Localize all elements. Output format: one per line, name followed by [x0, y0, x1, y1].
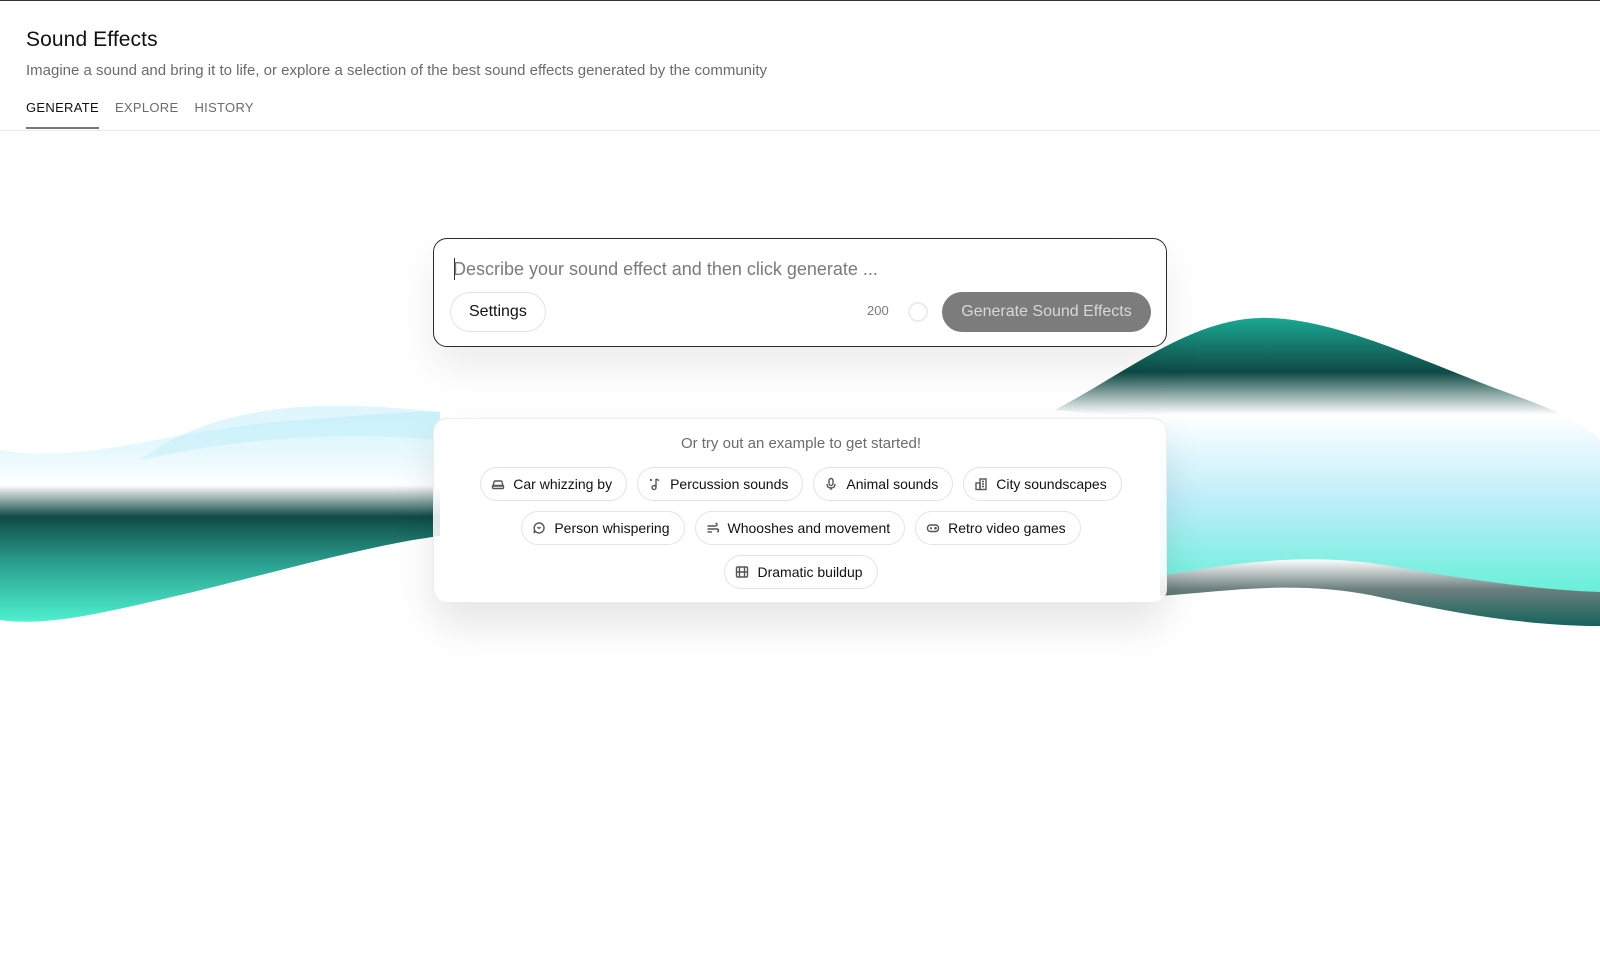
- example-chip-percussion[interactable]: Percussion sounds: [637, 467, 804, 501]
- page-header: Sound Effects Imagine a sound and bring …: [26, 28, 767, 79]
- examples-row-2: Person whispering Whooshes and movement …: [434, 511, 1168, 545]
- film-icon: [735, 565, 749, 579]
- character-count: 200: [867, 303, 889, 318]
- example-chip-label: Retro video games: [948, 520, 1066, 536]
- page-title: Sound Effects: [26, 28, 158, 51]
- settings-button[interactable]: Settings: [450, 292, 546, 332]
- tab-history[interactable]: HISTORY: [194, 100, 253, 129]
- example-chip-whooshes[interactable]: Whooshes and movement: [694, 511, 906, 545]
- character-limit-ring-icon: [908, 302, 928, 322]
- examples-heading: Or try out an example to get started!: [680, 435, 922, 452]
- example-chip-label: Percussion sounds: [670, 476, 789, 492]
- example-chip-label: Person whispering: [554, 520, 670, 536]
- example-chip-retro-games[interactable]: Retro video games: [915, 511, 1081, 545]
- car-icon: [491, 477, 505, 491]
- tab-generate[interactable]: GENERATE: [26, 100, 99, 129]
- top-border: [0, 0, 1600, 1]
- gamepad-icon: [926, 521, 940, 535]
- chat-bubble-icon: [532, 521, 546, 535]
- tab-explore[interactable]: EXPLORE: [115, 100, 179, 129]
- microphone-icon: [824, 477, 838, 491]
- examples-row-1: Car whizzing by Percussion sounds Animal…: [434, 467, 1168, 501]
- sound-description-input[interactable]: [453, 255, 1143, 283]
- example-chip-dramatic-buildup[interactable]: Dramatic buildup: [724, 555, 878, 589]
- example-chip-label: Car whizzing by: [513, 476, 613, 492]
- example-chip-label: Whooshes and movement: [727, 520, 891, 536]
- examples-row-3: Dramatic buildup: [434, 555, 1168, 589]
- music-note-icon: [648, 477, 662, 491]
- example-chip-label: Animal sounds: [846, 476, 939, 492]
- tab-bar: GENERATE EXPLORE HISTORY: [26, 100, 254, 129]
- example-chip-car-whizzing[interactable]: Car whizzing by: [480, 467, 628, 501]
- tabs-divider: [0, 130, 1600, 131]
- example-chip-animal[interactable]: Animal sounds: [813, 467, 954, 501]
- example-chip-label: Dramatic buildup: [757, 564, 863, 580]
- example-chip-label: City soundscapes: [996, 476, 1107, 492]
- buildings-icon: [974, 477, 988, 491]
- page-subtitle: Imagine a sound and bring it to life, or…: [26, 62, 768, 79]
- generate-sound-effects-button[interactable]: Generate Sound Effects: [942, 292, 1151, 332]
- prompt-card: Settings 200 Generate Sound Effects: [433, 238, 1167, 347]
- wind-icon: [706, 521, 720, 535]
- sound-effects-page: Sound Effects Imagine a sound and bring …: [0, 0, 1600, 959]
- example-chip-whispering[interactable]: Person whispering: [521, 511, 685, 545]
- text-caret: [454, 258, 455, 280]
- examples-card: Or try out an example to get started! Ca…: [433, 418, 1167, 603]
- example-chip-city[interactable]: City soundscapes: [963, 467, 1122, 501]
